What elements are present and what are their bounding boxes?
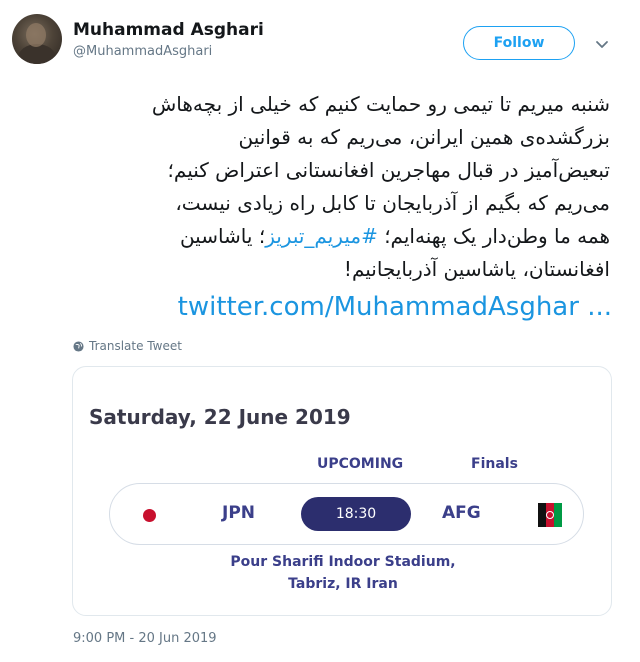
afghanistan-flag-icon: [538, 503, 562, 527]
translate-label: Translate Tweet: [89, 339, 182, 353]
match-venue: Pour Sharifi Indoor Stadium, Tabriz, IR …: [73, 551, 611, 595]
tweet-text-segment: ؛ یاشاسین: [179, 224, 266, 248]
match-stage: Finals: [471, 456, 518, 472]
tweet-text: شنبه میریم تا تیمی رو حمایت کنیم که خیلی…: [50, 88, 610, 286]
venue-city: Tabriz, IR Iran: [288, 576, 398, 592]
tweet-timestamp[interactable]: 9:00 PM - 20 Jun 2019: [73, 631, 217, 646]
tweet-text-segment: همه ما وطن‌دار یک پهنه‌ایم؛: [377, 224, 610, 248]
author-name[interactable]: Muhammad Asghari: [73, 20, 264, 40]
tweet-line: همه ما وطن‌دار یک پهنه‌ایم؛ #میریم_تبریز…: [50, 220, 610, 253]
globe-icon: [73, 340, 84, 352]
away-team: AFG: [442, 503, 481, 523]
avatar[interactable]: [12, 14, 62, 64]
hashtag-link[interactable]: #میریم_تبریز: [265, 224, 378, 248]
japan-flag-icon: [138, 504, 160, 526]
author-handle[interactable]: @MuhammadAsghari: [73, 44, 212, 59]
match-date: Saturday, 22 June 2019: [89, 405, 351, 429]
match-card[interactable]: Saturday, 22 June 2019 UPCOMING Finals J…: [72, 366, 612, 616]
tweet: Muhammad Asghari @MuhammadAsghari Follow…: [0, 0, 640, 662]
translate-tweet-button[interactable]: Translate Tweet: [73, 339, 182, 353]
tweet-line: تبعیض‌آمیز در قبال مهاجرین افغانستانی اع…: [167, 158, 610, 182]
tweet-link[interactable]: twitter.com/MuhammadAsghar ...: [178, 292, 612, 322]
match-status: UPCOMING: [317, 456, 404, 472]
follow-button[interactable]: Follow: [463, 26, 575, 60]
chevron-down-icon[interactable]: [594, 36, 610, 52]
match-row: JPN 18:30 AFG: [109, 483, 584, 545]
tweet-line: می‌ریم که بگیم از آذربایجان تا کابل راه …: [175, 191, 610, 215]
match-time: 18:30: [301, 497, 411, 531]
tweet-line: بزرگشده‌ی همین ایرانن، می‌ریم که به قوان…: [238, 125, 610, 149]
venue-name: Pour Sharifi Indoor Stadium,: [230, 554, 456, 570]
tweet-line: افغانستان، یاشاسین آذربایجانیم!: [343, 257, 610, 281]
tweet-line: شنبه میریم تا تیمی رو حمایت کنیم که خیلی…: [151, 92, 610, 116]
home-team: JPN: [222, 503, 256, 523]
